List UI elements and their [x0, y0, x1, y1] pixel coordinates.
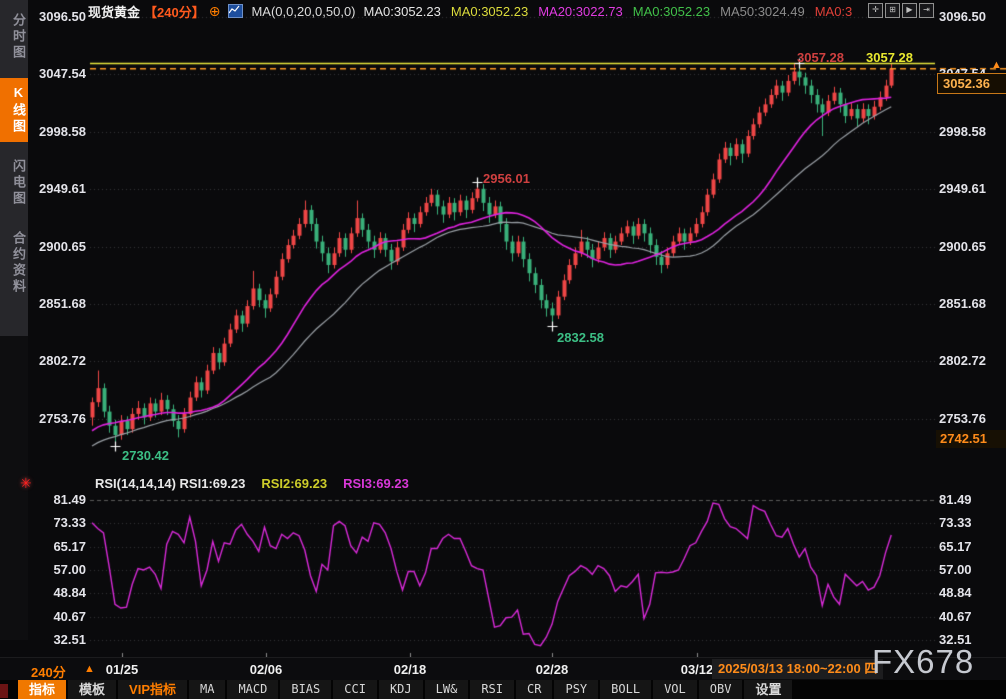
- candlestick-mini-icon[interactable]: [228, 4, 243, 18]
- price-tick-right: 2753.76: [939, 411, 1001, 426]
- price-tick-left: 2802.72: [28, 353, 86, 368]
- chart-header: 现货黄金 【240分】 ⊕ MA(0,0,20,0,50,0) MA0:3052…: [88, 3, 852, 19]
- price-tick-right: 2851.68: [939, 296, 1001, 311]
- sidebar-tab-3[interactable]: 闪电图: [0, 152, 28, 214]
- date-label: 01/25: [106, 662, 139, 677]
- date-label: 02/06: [250, 662, 283, 677]
- date-label: 02/18: [394, 662, 427, 677]
- timeframe-arrow-icon[interactable]: ▲: [84, 663, 95, 675]
- symbol-title: 现货黄金: [88, 2, 140, 21]
- rsi2-value: RSI2:69.23: [261, 476, 327, 491]
- early-low-annotation: 2730.42: [122, 448, 169, 463]
- fx678-watermark: FX678: [872, 643, 974, 681]
- toolbar-item-CR[interactable]: CR: [516, 680, 552, 699]
- rsi-tick-right: 57.00: [939, 562, 1001, 577]
- toolbar-item-MA[interactable]: MA: [189, 680, 225, 699]
- price-tick-left: 2949.61: [28, 181, 86, 196]
- ma-value-2: MA0:3052.23: [451, 4, 528, 19]
- rsi-tick-right: 81.49: [939, 492, 1001, 507]
- ma-value-4: MA0:3052.23: [633, 4, 710, 19]
- chart-type-sidebar: 分时图 K线图闪电图合约资料: [0, 0, 28, 640]
- rsi-tick-right: 65.17: [939, 539, 1001, 554]
- price-tick-left: 2998.58: [28, 124, 86, 139]
- date-label: 02/28: [536, 662, 569, 677]
- ma-formula: MA(0,0,20,0,50,0): [251, 4, 355, 19]
- timeframe-selector[interactable]: 240分: [31, 662, 66, 681]
- toolbar-corner-decor: [0, 684, 8, 698]
- price-tick-right: 2998.58: [939, 124, 1001, 139]
- toolbar-item-VOL[interactable]: VOL: [653, 680, 697, 699]
- sidebar-tab-2[interactable]: K线图: [0, 78, 28, 142]
- chart-canvas[interactable]: [0, 0, 1006, 699]
- pan-right-icon[interactable]: ▶: [902, 3, 917, 18]
- rsi3-value: RSI3:69.23: [343, 476, 409, 491]
- rsi-header: RSI(14,14,14) RSI1:69.23 RSI2:69.23 RSI3…: [95, 476, 409, 491]
- ma-values: MA0:3052.23 MA0:3052.23 MA20:3022.73 MA0:30…: [364, 4, 853, 19]
- price-tick-right: 2802.72: [939, 353, 1001, 368]
- toolbar-item-模板[interactable]: 模板: [68, 680, 116, 699]
- toolbar-item-KDJ[interactable]: KDJ: [379, 680, 423, 699]
- price-up-arrow-icon: ▲: [991, 59, 1002, 71]
- rsi-tick-right: 73.33: [939, 515, 1001, 530]
- timeline-bar: 240分 ▲ 01/25 02/06 02/18 02/28 03/12 2025/03…: [0, 657, 1006, 681]
- rsi-tick-left: 40.67: [28, 609, 86, 624]
- rsi-tick-left: 48.84: [28, 585, 86, 600]
- rsi-tick-left: 81.49: [28, 492, 86, 507]
- collapse-right-icon[interactable]: ⇥: [919, 3, 934, 18]
- chart-window-buttons: ✛⊞▶⇥: [868, 3, 934, 18]
- price-tick-left: 2851.68: [28, 296, 86, 311]
- price-tick-right: 2949.61: [939, 181, 1001, 196]
- peak-annotation: 2956.01: [483, 171, 530, 186]
- ma-value-1: MA0:3052.23: [364, 4, 441, 19]
- price-tick-right: 3096.50: [939, 9, 1001, 24]
- trough-annotation: 2832.58: [557, 330, 604, 345]
- toolbar-item-设置[interactable]: 设置: [744, 680, 792, 699]
- session-low-badge: 2742.51: [936, 430, 1006, 448]
- indicator-close-icon[interactable]: ✳: [20, 475, 32, 492]
- toolbar-item-MACD[interactable]: MACD: [227, 680, 278, 699]
- rsi-tick-left: 57.00: [28, 562, 86, 577]
- toolbar-item-CCI[interactable]: CCI: [333, 680, 377, 699]
- date-label: 03/12: [681, 662, 714, 677]
- toolbar-item-BOLL[interactable]: BOLL: [600, 680, 651, 699]
- price-tick-left: 2753.76: [28, 411, 86, 426]
- bar-datetime-tooltip: 2025/03/13 18:00~22:00 四: [712, 659, 883, 679]
- ma-value-5: MA50:3024.49: [720, 4, 805, 19]
- price-tick-left: 2900.65: [28, 239, 86, 254]
- rsi-header-main: RSI(14,14,14) RSI1:69.23: [95, 476, 245, 491]
- sidebar-tab-4[interactable]: 合约资料: [0, 224, 28, 302]
- ma-value-3: MA20:3022.73: [538, 4, 623, 19]
- trading-app-window: 分时图 K线图闪电图合约资料 现货黄金 【240分】 ⊕ MA(0,0,20,0,…: [0, 0, 1006, 699]
- high-price-label-yellow: 3057.28: [866, 50, 913, 65]
- indicator-toolbar: 指标模板VIP指标MAMACDBIASCCIKDJLW&RSICRPSYBOLL…: [0, 680, 1006, 699]
- rsi-tick-right: 40.67: [939, 609, 1001, 624]
- sidebar-tab-1[interactable]: 分时图: [0, 6, 28, 68]
- toolbar-item-LW&[interactable]: LW&: [425, 680, 469, 699]
- rsi-tick-right: 48.84: [939, 585, 1001, 600]
- high-price-label-red: 3057.28: [797, 50, 844, 65]
- ma-value-6: MA0:3: [815, 4, 853, 19]
- toolbar-item-RSI[interactable]: RSI: [470, 680, 514, 699]
- toolbar-item-指标[interactable]: 指标: [18, 680, 66, 699]
- add-indicator-icon[interactable]: ⊕: [209, 5, 221, 17]
- toolbar-item-BIAS[interactable]: BIAS: [280, 680, 331, 699]
- price-tick-left: 3096.50: [28, 9, 86, 24]
- price-tick-left: 3047.54: [28, 66, 86, 81]
- toolbar-item-OBV[interactable]: OBV: [699, 680, 743, 699]
- zoom-fit-icon[interactable]: ⊞: [885, 3, 900, 18]
- rsi-tick-left: 32.51: [28, 632, 86, 647]
- rsi-tick-left: 65.17: [28, 539, 86, 554]
- toolbar-item-VIP指标[interactable]: VIP指标: [118, 680, 187, 699]
- current-price-badge: 3052.36: [937, 73, 1006, 94]
- toolbar-item-PSY[interactable]: PSY: [554, 680, 598, 699]
- rsi-tick-left: 73.33: [28, 515, 86, 530]
- period-label[interactable]: 【240分】: [144, 2, 205, 21]
- price-tick-right: 2900.65: [939, 239, 1001, 254]
- move-icon[interactable]: ✛: [868, 3, 883, 18]
